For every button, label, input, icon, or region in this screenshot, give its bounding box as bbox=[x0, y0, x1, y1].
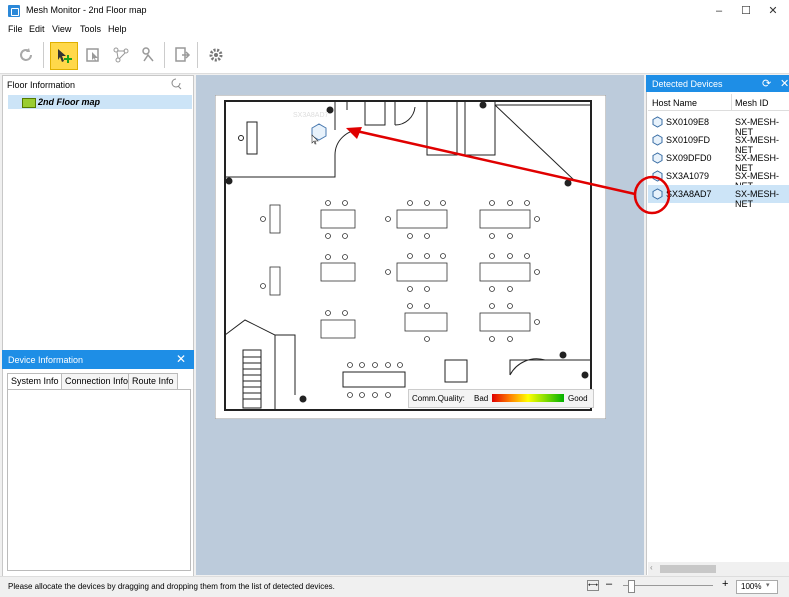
detected-devices-title: Detected Devices bbox=[652, 79, 723, 89]
refresh-icon[interactable] bbox=[13, 42, 39, 68]
close-icon[interactable]: ✕ bbox=[176, 352, 186, 366]
quality-gradient-bar bbox=[492, 394, 564, 402]
zoom-level-value: 100% bbox=[741, 582, 762, 591]
column-host-name[interactable]: Host Name bbox=[652, 98, 697, 108]
device-host-name: SX09DFD0 bbox=[666, 153, 712, 163]
floor-information-title: Floor Information bbox=[7, 80, 76, 90]
maximize-button[interactable]: ☐ bbox=[735, 3, 757, 19]
menu-tools[interactable]: Tools bbox=[80, 24, 101, 34]
placed-device-label: SX3A8AD7 bbox=[293, 112, 329, 119]
route-icon[interactable] bbox=[136, 42, 162, 68]
toolbar-separator bbox=[164, 42, 165, 68]
device-information-title: Device Information bbox=[8, 355, 84, 365]
chevron-down-icon: ▾ bbox=[766, 582, 770, 589]
zoom-out-button[interactable]: – bbox=[606, 578, 612, 590]
floor-information-panel bbox=[2, 75, 194, 354]
scroll-left-icon[interactable]: ‹ bbox=[650, 563, 653, 572]
zoom-slider-track[interactable] bbox=[623, 585, 713, 586]
device-host-name: SX3A8AD7 bbox=[666, 189, 712, 199]
floor-add-icon[interactable] bbox=[170, 78, 182, 90]
close-window-button[interactable]: ✕ bbox=[762, 3, 784, 19]
export-icon[interactable] bbox=[169, 42, 195, 68]
drag-arrow-annotation bbox=[346, 127, 670, 215]
menu-help[interactable]: Help bbox=[108, 24, 127, 34]
device-mesh-id: SX-MESH-NET bbox=[735, 189, 780, 209]
menu-view[interactable]: View bbox=[52, 24, 71, 34]
toolbar-separator bbox=[197, 42, 198, 68]
floor-item-label[interactable]: 2nd Floor map bbox=[38, 97, 100, 107]
status-message: Please allocate the devices by dragging … bbox=[8, 582, 335, 591]
column-divider bbox=[731, 94, 732, 110]
settings-icon[interactable] bbox=[203, 42, 229, 68]
minimize-button[interactable]: – bbox=[708, 3, 730, 19]
zoom-in-button[interactable]: + bbox=[722, 578, 728, 590]
quality-bad-label: Bad bbox=[474, 394, 489, 403]
tab-route-info[interactable]: Route Info bbox=[128, 373, 178, 390]
app-icon bbox=[8, 5, 20, 17]
device-host-name: SX0109FD bbox=[666, 135, 711, 145]
menu-edit[interactable]: Edit bbox=[29, 24, 45, 34]
toolbar-separator bbox=[43, 42, 44, 68]
zoom-slider-thumb[interactable] bbox=[628, 580, 635, 593]
fit-to-window-icon[interactable]: ⟷ bbox=[587, 580, 599, 591]
floor-map-icon bbox=[22, 98, 36, 108]
tab-system-info[interactable]: System Info bbox=[7, 373, 63, 390]
column-mesh-id[interactable]: Mesh ID bbox=[735, 98, 769, 108]
device-host-name: SX3A1079 bbox=[666, 171, 710, 181]
comm-quality-label: Comm.Quality: bbox=[412, 394, 465, 403]
quality-good-label: Good bbox=[568, 394, 588, 403]
system-info-content bbox=[7, 389, 191, 571]
add-device-icon[interactable] bbox=[50, 42, 78, 70]
menu-file[interactable]: File bbox=[8, 24, 23, 34]
close-devices-icon[interactable]: ✕ bbox=[780, 77, 789, 90]
scrollbar-thumb[interactable] bbox=[660, 565, 716, 573]
device-host-name: SX0109E8 bbox=[666, 117, 710, 127]
window-title: Mesh Monitor - 2nd Floor map bbox=[26, 5, 147, 15]
refresh-devices-icon[interactable]: ⟳ bbox=[762, 77, 771, 90]
topology-icon[interactable] bbox=[108, 42, 134, 68]
tab-connection-info[interactable]: Connection Info bbox=[61, 373, 133, 390]
place-device-icon[interactable] bbox=[80, 42, 106, 68]
